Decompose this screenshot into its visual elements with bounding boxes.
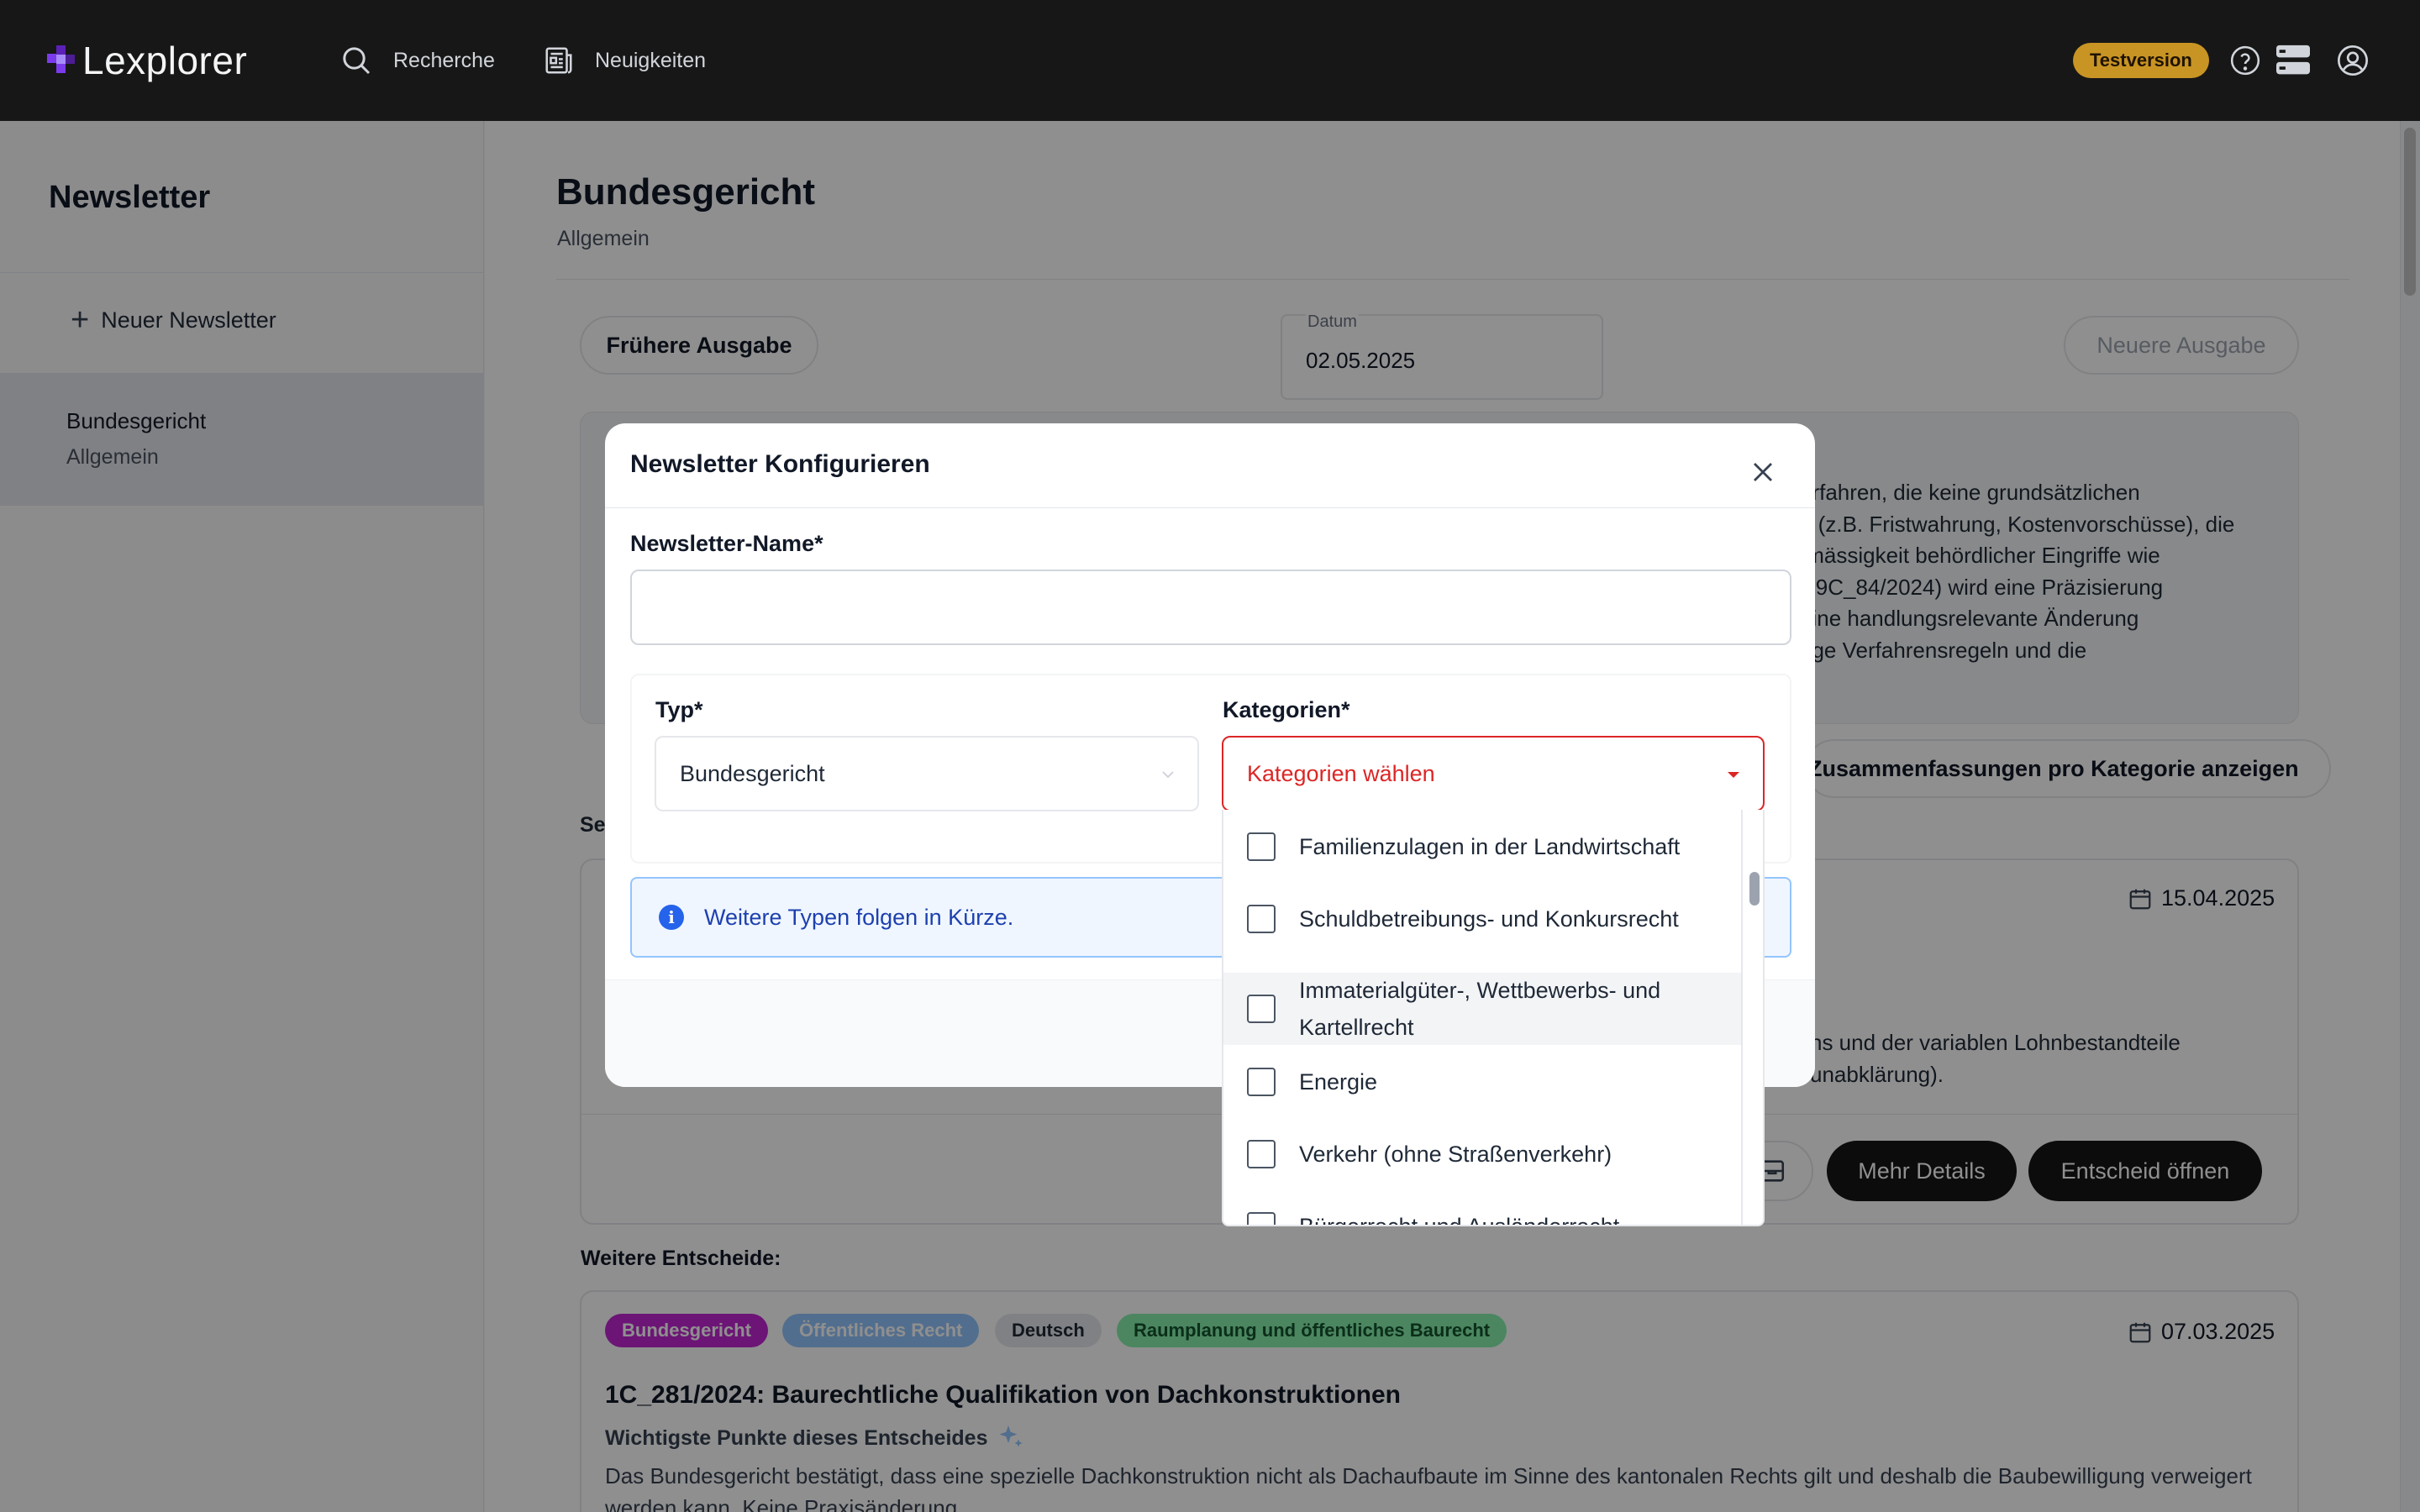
categories-select[interactable]: Kategorien wählen: [1222, 736, 1765, 811]
info-icon: i: [659, 905, 684, 930]
divider: [605, 507, 1815, 508]
categories-placeholder: Kategorien wählen: [1247, 760, 1435, 786]
scrollbar-thumb[interactable]: [1749, 872, 1760, 906]
category-option[interactable]: Familienzulagen in der Landwirtschaft: [1223, 828, 1743, 865]
category-option-label: Bürgerrecht und Ausländerrecht: [1299, 1214, 1620, 1226]
logo-text: Lexplorer: [82, 39, 248, 82]
user-icon[interactable]: [2334, 42, 2371, 79]
type-select[interactable]: Bundesgericht: [655, 736, 1199, 811]
nav-recherche[interactable]: Recherche: [339, 39, 495, 82]
type-select-value: Bundesgericht: [680, 760, 825, 786]
chevron-down-icon: [1162, 771, 1174, 779]
modal-title: Newsletter Konfigurieren: [630, 450, 930, 478]
category-option-label: Verkehr (ohne Straßenverkehr): [1299, 1142, 1612, 1167]
newspaper-icon: [545, 47, 572, 74]
dropdown-scrollbar[interactable]: [1741, 810, 1763, 1225]
type-label: Typ*: [655, 697, 703, 722]
category-option[interactable]: Verkehr (ohne Straßenverkehr): [1223, 1136, 1743, 1173]
checkbox[interactable]: [1247, 1212, 1276, 1225]
logo[interactable]: Lexplorer: [47, 37, 247, 84]
checkbox[interactable]: [1247, 1140, 1276, 1168]
categories-label: Kategorien*: [1223, 697, 1350, 722]
nav-neuigkeiten[interactable]: Neuigkeiten: [543, 39, 706, 82]
top-bar: Lexplorer Recherche Neuigkeiten Testvers…: [0, 0, 2420, 121]
categories-dropdown[interactable]: Familienzulagen in der Landwirtschaft Sc…: [1222, 810, 1765, 1226]
category-option-label: Immaterialgüter-, Wettbewerbs- und Karte…: [1299, 978, 1661, 1040]
nav-recherche-label: Recherche: [393, 48, 495, 72]
info-text: Weitere Typen folgen in Kürze.: [704, 904, 1014, 930]
logo-icon: [47, 45, 77, 76]
category-option[interactable]: Energie: [1223, 1063, 1743, 1100]
checkbox[interactable]: [1247, 905, 1276, 933]
category-option[interactable]: Bürgerrecht und Ausländerrecht: [1223, 1208, 1743, 1226]
category-option-label: Familienzulagen in der Landwirtschaft: [1299, 834, 1681, 859]
category-option[interactable]: Schuldbetreibungs- und Konkursrecht: [1223, 900, 1743, 937]
checkbox[interactable]: [1247, 1068, 1276, 1096]
search-icon: [343, 47, 371, 75]
caret-down-icon: [1728, 772, 1739, 778]
category-option-label: Schuldbetreibungs- und Konkursrecht: [1299, 906, 1679, 932]
category-option-label: Energie: [1299, 1069, 1378, 1095]
close-button[interactable]: [1744, 454, 1781, 491]
nav-neuigkeiten-label: Neuigkeiten: [595, 48, 707, 72]
newsletter-name-input[interactable]: [630, 570, 1791, 645]
layers-icon[interactable]: [2275, 42, 2312, 79]
category-option[interactable]: Immaterialgüter-, Wettbewerbs- und Karte…: [1223, 973, 1743, 1045]
close-icon: [1754, 463, 1772, 481]
name-label: Newsletter-Name*: [630, 531, 823, 556]
help-icon[interactable]: [2227, 42, 2264, 79]
testversion-badge[interactable]: Testversion: [2073, 43, 2209, 78]
checkbox[interactable]: [1247, 995, 1276, 1023]
checkbox[interactable]: [1247, 832, 1276, 861]
